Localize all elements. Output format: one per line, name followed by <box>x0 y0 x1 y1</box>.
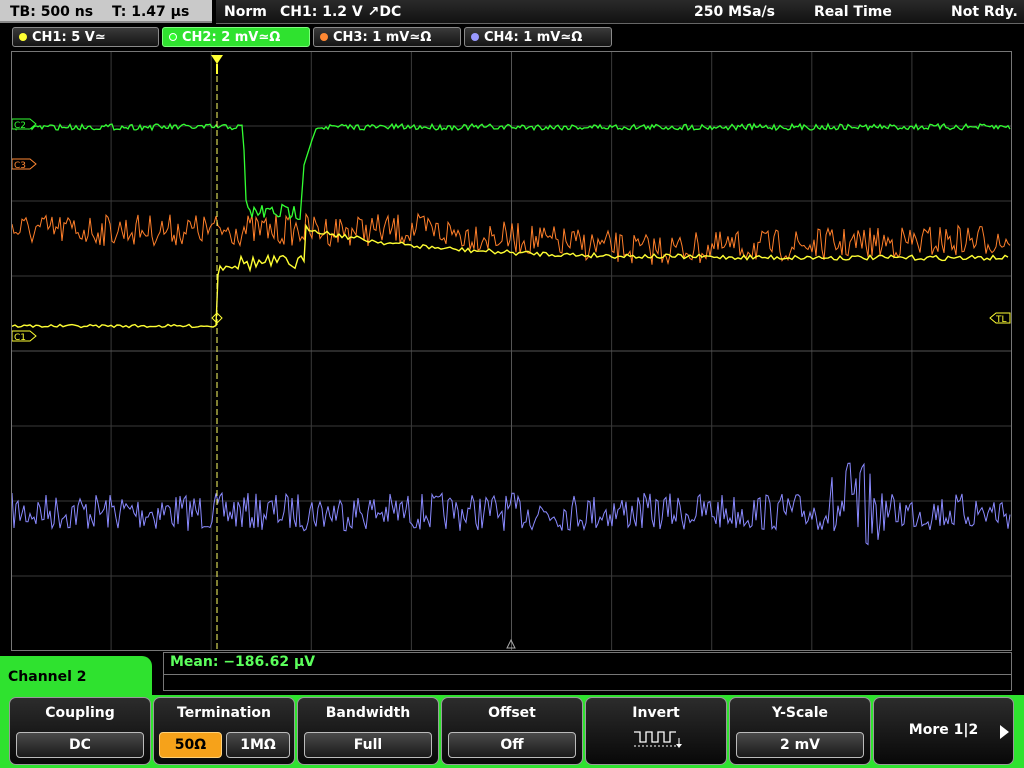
inverted-pulse-icon <box>634 731 682 748</box>
menu-title-text: Channel 2 <box>8 669 87 685</box>
graticule-frame <box>11 51 1012 651</box>
bandwidth-softkey[interactable]: Bandwidth Full <box>297 697 439 765</box>
yscale-softkey[interactable]: Y-Scale 2 mV <box>729 697 871 765</box>
invert-title: Invert <box>632 705 680 721</box>
more-softkey[interactable]: More 1|2 <box>873 697 1014 765</box>
coupling-softkey[interactable]: Coupling DC <box>9 697 151 765</box>
more-label: More 1|2 <box>908 722 979 738</box>
termination-title: Termination <box>177 705 271 721</box>
coupling-title: Coupling <box>45 705 115 721</box>
offset-title: Offset <box>488 705 536 721</box>
next-page-arrow-icon <box>1000 725 1009 739</box>
bandwidth-title: Bandwidth <box>325 705 411 721</box>
softkey-bar: Coupling DC Termination 50Ω 1MΩ Bandwidt… <box>0 695 1024 768</box>
measurement-area: Mean: −186.62 µV <box>163 652 1012 691</box>
offset-softkey[interactable]: Offset Off <box>441 697 583 765</box>
bandwidth-value[interactable]: Full <box>304 732 432 758</box>
coupling-value[interactable]: DC <box>16 732 144 758</box>
offset-value[interactable]: Off <box>448 732 576 758</box>
invert-softkey[interactable]: Invert <box>585 697 727 765</box>
yscale-title: Y-Scale <box>771 705 828 721</box>
termination-1mohm-option[interactable]: 1MΩ <box>226 732 290 758</box>
measurement-divider <box>164 674 1011 675</box>
mean-measurement[interactable]: Mean: −186.62 µV <box>170 654 315 670</box>
yscale-value[interactable]: 2 mV <box>736 732 864 758</box>
termination-50ohm-option[interactable]: 50Ω <box>159 732 222 758</box>
termination-softkey[interactable]: Termination 50Ω 1MΩ <box>153 697 295 765</box>
